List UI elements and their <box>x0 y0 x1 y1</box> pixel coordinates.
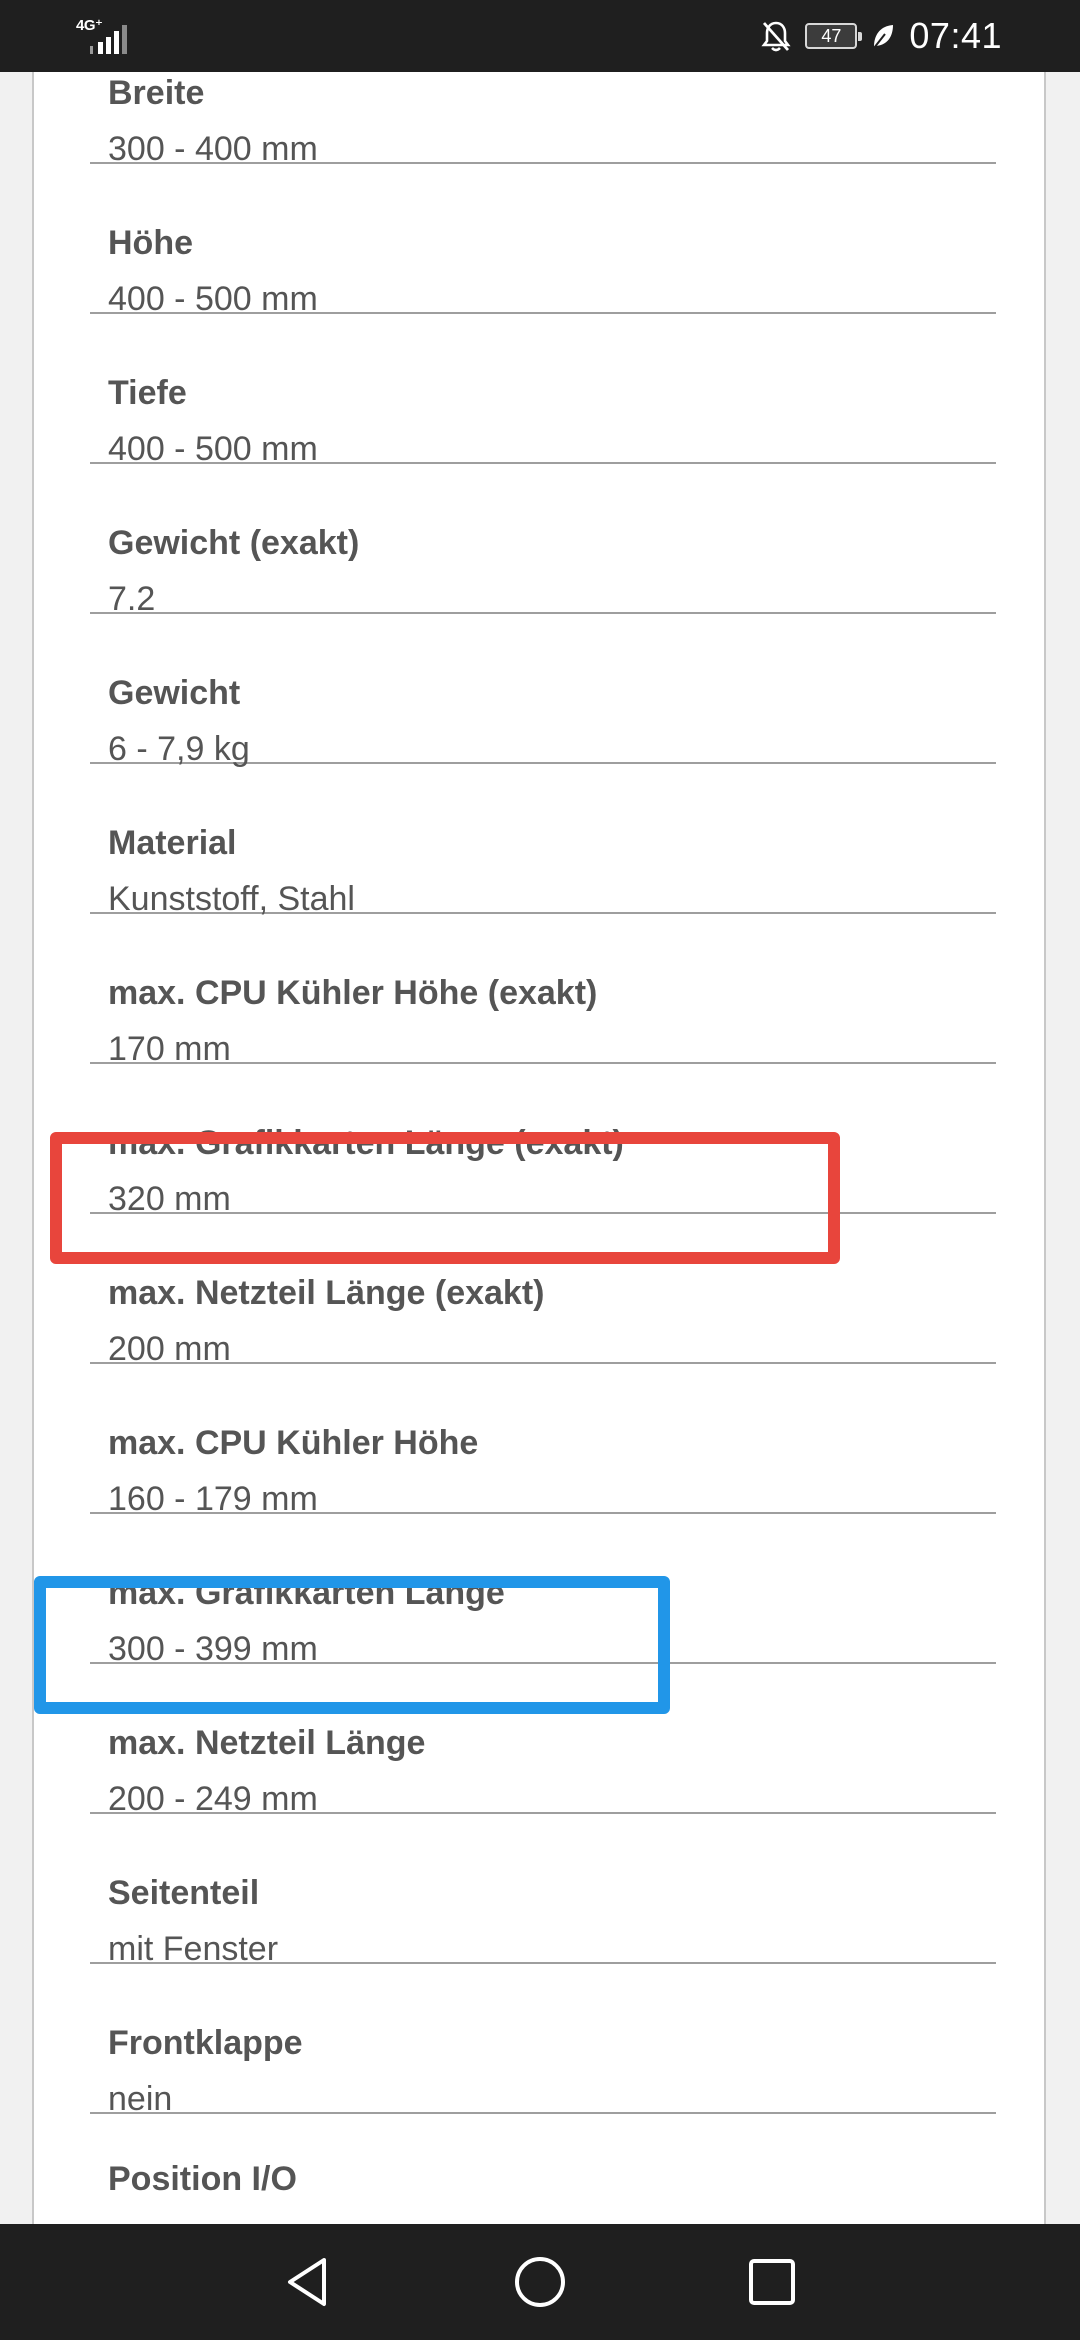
spec-row: Breite 300 - 400 mm <box>90 72 996 168</box>
leaf-icon <box>873 25 894 49</box>
spec-label: max. CPU Kühler Höhe (exakt) <box>108 974 598 1012</box>
status-icons: 47 07:41 <box>761 0 1002 72</box>
spec-label: Höhe <box>108 224 193 262</box>
spec-label: Gewicht <box>108 674 241 712</box>
recents-button[interactable] <box>740 2250 804 2314</box>
signal-bars-icon <box>90 25 127 54</box>
back-icon <box>288 2258 326 2306</box>
bell-muted-icon <box>761 21 792 52</box>
home-icon <box>515 2257 565 2307</box>
spec-label: Gewicht (exakt) <box>108 524 360 562</box>
spec-row: Gewicht (exakt) 7.2 <box>90 464 996 618</box>
spec-label: Position I/O <box>108 2160 297 2198</box>
battery-icon: 47 <box>805 23 863 49</box>
spec-label: max. CPU Kühler Höhe <box>108 1424 479 1462</box>
clock: 07:41 <box>909 15 1002 56</box>
spec-label: Breite <box>108 74 205 112</box>
spec-row: Gewicht 6 - 7,9 kg <box>90 614 996 768</box>
spec-row: Höhe 400 - 500 mm <box>90 164 996 318</box>
spec-label: max. Netzteil Länge <box>108 1724 426 1762</box>
battery-level: 47 <box>821 25 842 46</box>
spec-label: Seitenteil <box>108 1874 260 1912</box>
spec-row: Material Kunststoff, Stahl <box>90 764 996 918</box>
spec-row: Seitenteil mit Fenster <box>90 1814 996 1968</box>
red-highlight-box <box>50 1132 840 1264</box>
spec-row: Position I/O <box>90 2114 996 2224</box>
spec-label: max. Netzteil Länge (exakt) <box>108 1274 545 1312</box>
spec-row: Frontklappe nein <box>90 1964 996 2118</box>
navigation-bar <box>0 2224 1080 2340</box>
status-bar: 4G⁺ 47 07:41 <box>0 0 1080 72</box>
spec-row: max. CPU Kühler Höhe (exakt) 170 mm <box>90 914 996 1068</box>
spec-label: Material <box>108 824 237 862</box>
blue-highlight-box <box>34 1576 670 1714</box>
spec-label: Tiefe <box>108 374 187 412</box>
spec-row: max. CPU Kühler Höhe 160 - 179 mm <box>90 1364 996 1518</box>
spec-row: Tiefe 400 - 500 mm <box>90 314 996 468</box>
home-button[interactable] <box>508 2250 572 2314</box>
recents-icon <box>749 2259 795 2305</box>
back-button[interactable] <box>276 2250 340 2314</box>
spec-label: Frontklappe <box>108 2024 303 2062</box>
